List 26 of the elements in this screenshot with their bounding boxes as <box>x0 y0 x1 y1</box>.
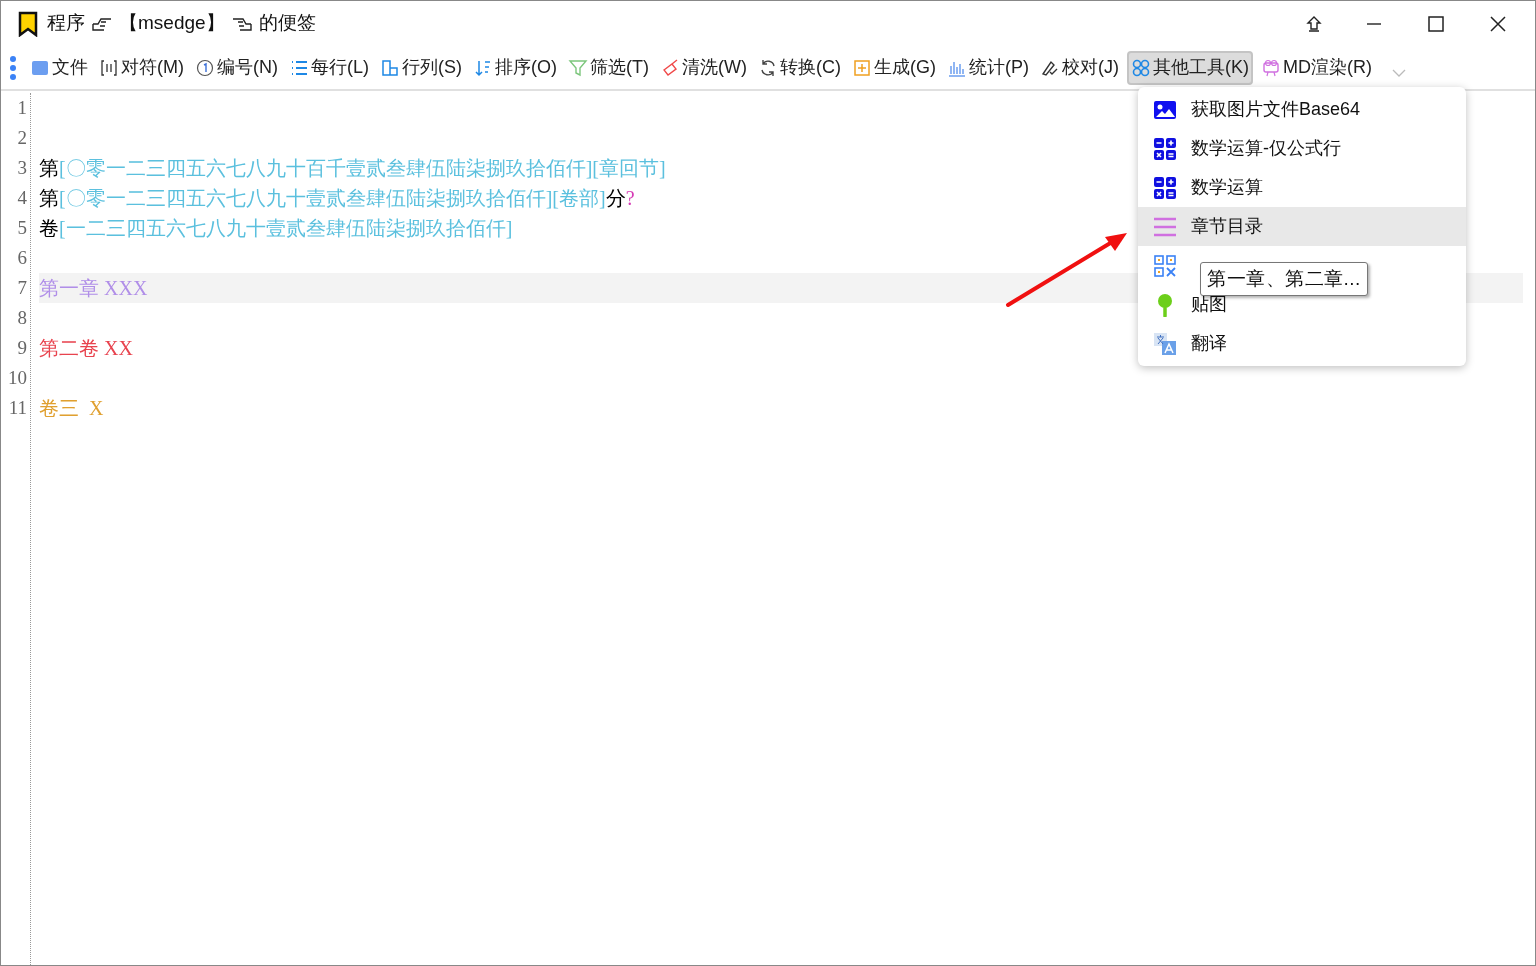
code-text: [〇零一二三四五六七八九十百千壹贰叁肆伍陆柒捌玖拾佰仟][章回节] <box>59 156 666 181</box>
line-number: 7 <box>17 276 27 300</box>
code-text: 分 <box>605 186 626 211</box>
line-number: 1 <box>17 96 27 120</box>
line-number: 3 <box>17 156 27 180</box>
line-number: 4 <box>17 186 27 210</box>
code-text: [一二三四五六七八九十壹贰叁肆伍陆柒捌玖拾佰仟] <box>59 216 513 241</box>
code-text: 第一章 XXX <box>39 276 148 301</box>
code-text: 第 <box>39 156 59 181</box>
code-text: 第二卷 XX <box>39 336 133 361</box>
line-number: 5 <box>17 216 27 240</box>
tooltip: 第一章、第二章... <box>1200 262 1368 296</box>
window-title: 【msedge】 <box>119 11 225 36</box>
window-title: 的便签 <box>258 11 316 36</box>
line-number: 2 <box>17 126 27 150</box>
code-text: ? <box>625 186 635 211</box>
line-number: 11 <box>8 396 27 420</box>
line-number: 8 <box>17 306 27 330</box>
code-text: 第 <box>39 186 59 211</box>
line-number: 6 <box>17 246 27 270</box>
code-text: 卷三 X <box>39 396 104 421</box>
line-number: 10 <box>8 366 27 390</box>
line-number: 9 <box>17 336 27 360</box>
window-title: 程序 <box>47 11 85 36</box>
code-text: [〇零一二三四五六七八九十壹贰叁肆伍陆柒捌玖拾佰仟][卷部] <box>59 186 606 211</box>
code-text: 卷 <box>39 216 59 241</box>
